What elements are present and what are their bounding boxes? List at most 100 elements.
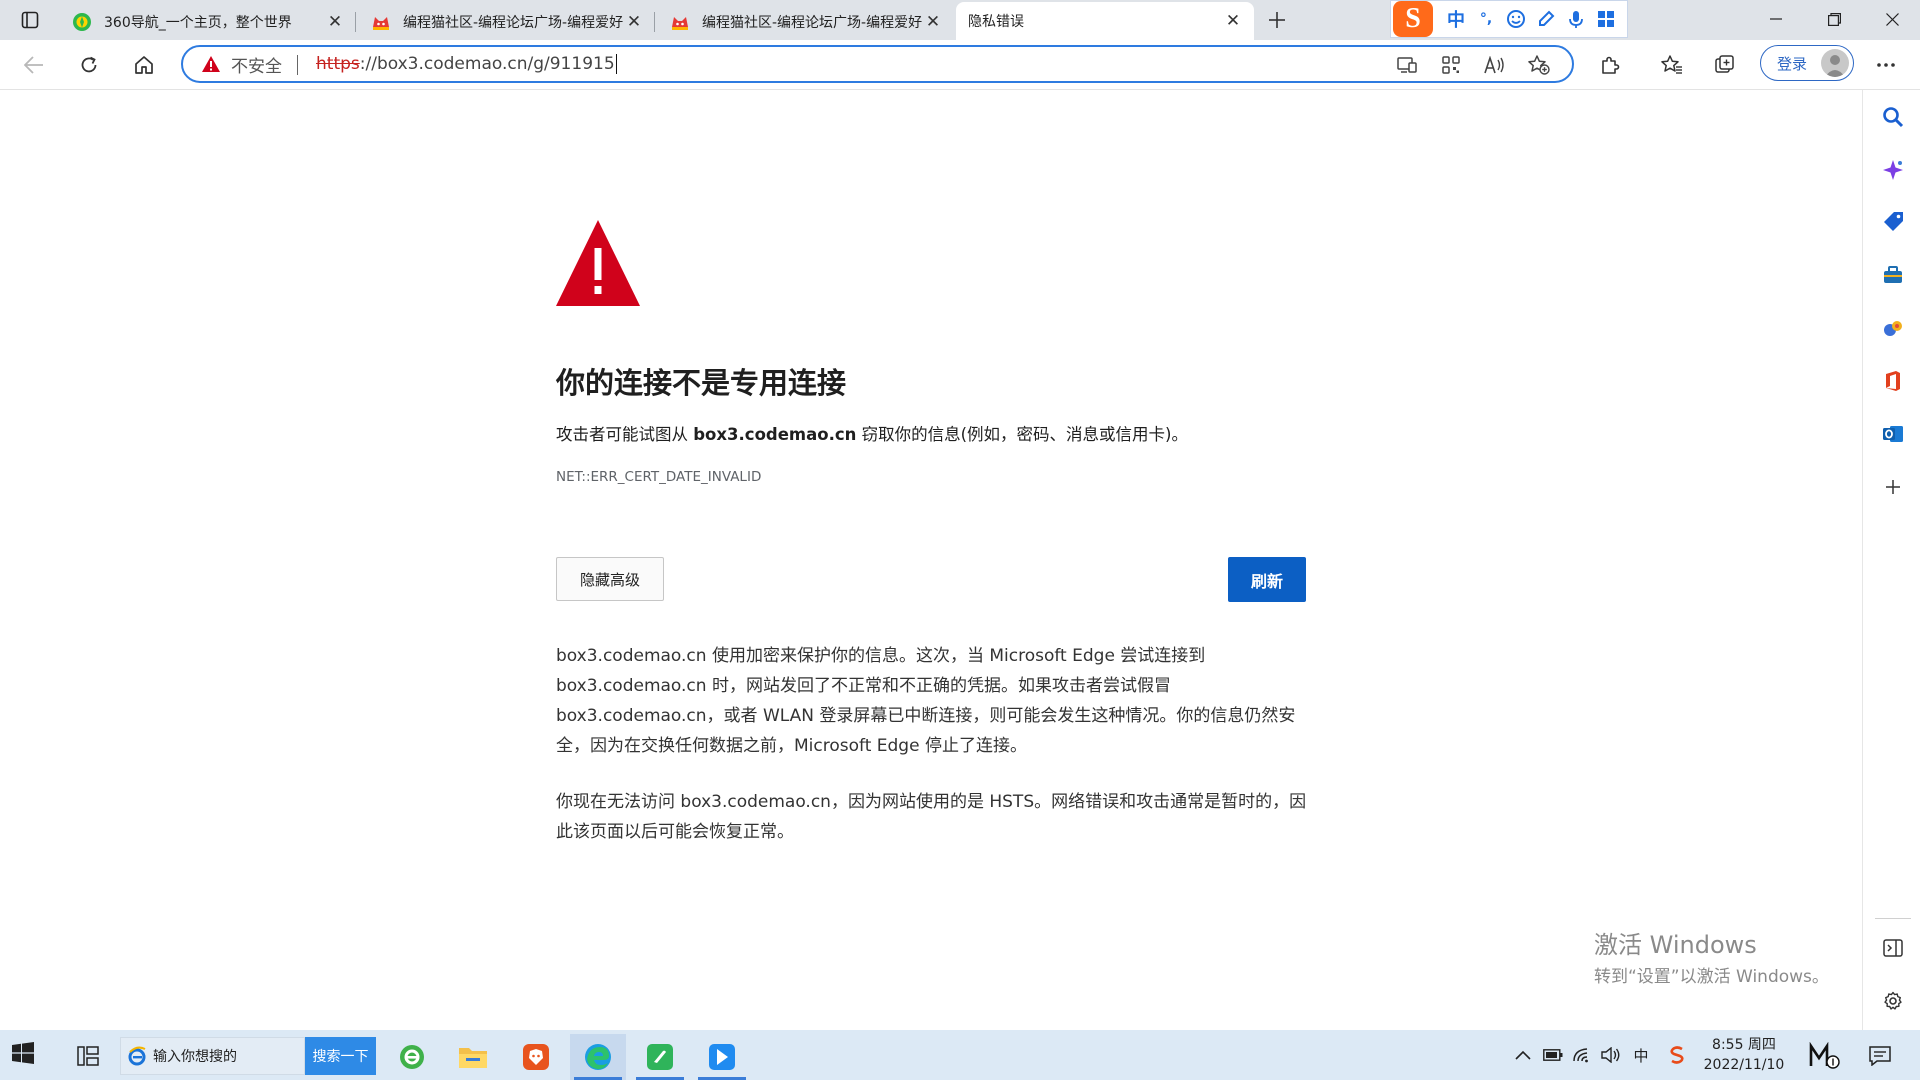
tab-title: 隐私错误 bbox=[968, 14, 1024, 30]
start-button[interactable] bbox=[12, 1042, 40, 1070]
url-text: ://box3.codemao.cn/g/911915 bbox=[359, 54, 615, 74]
home-button[interactable] bbox=[127, 49, 161, 81]
tray-network[interactable] bbox=[1572, 1044, 1594, 1066]
notification-center-button[interactable] bbox=[1866, 1042, 1894, 1070]
sidebar-add-button[interactable] bbox=[1879, 473, 1907, 501]
restore-button[interactable] bbox=[1806, 0, 1862, 38]
task-view-button[interactable] bbox=[74, 1042, 102, 1070]
edge-icon bbox=[585, 1044, 611, 1070]
error-code[interactable]: NET::ERR_CERT_DATE_INVALID bbox=[556, 469, 761, 485]
warning-triangle-icon bbox=[556, 220, 640, 306]
read-aloud-button[interactable] bbox=[1481, 52, 1509, 78]
login-label: 登录 bbox=[1777, 54, 1808, 73]
close-window-button[interactable] bbox=[1864, 0, 1920, 38]
outlook-icon bbox=[1883, 426, 1903, 442]
search-icon bbox=[1883, 107, 1904, 128]
tab-close-button[interactable]: ✕ bbox=[623, 11, 645, 33]
ime-handwriting-icon[interactable] bbox=[1531, 4, 1561, 34]
tray-volume[interactable] bbox=[1600, 1044, 1622, 1066]
url-input[interactable]: https://box3.codemao.cn/g/911915 bbox=[316, 51, 1216, 77]
reload-button[interactable] bbox=[72, 49, 106, 81]
tab-close-button[interactable]: ✕ bbox=[324, 11, 346, 33]
taskbar-search-input[interactable]: 输入你想搜的 bbox=[120, 1037, 305, 1075]
sidebar-discover-button[interactable] bbox=[1879, 156, 1907, 184]
tab-title: 编程猫社区-编程论坛广场-编程爱好者 bbox=[702, 14, 922, 31]
plus-icon bbox=[1269, 12, 1285, 28]
tab-actions-menu-button[interactable] bbox=[14, 8, 46, 32]
ime-punctuation-toggle[interactable]: °, bbox=[1471, 4, 1501, 34]
refresh-button[interactable]: 刷新 bbox=[1228, 557, 1306, 602]
hsts-explanation-paragraph: 你现在无法访问 box3.codemao.cn，因为网站使用的是 HSTS。网络… bbox=[556, 792, 1307, 842]
sidebar-games-button[interactable] bbox=[1879, 314, 1907, 342]
taskbar-file-explorer[interactable] bbox=[445, 1034, 501, 1080]
360-browser-icon bbox=[400, 1045, 424, 1069]
sidebar-tools-button[interactable] bbox=[1879, 261, 1907, 289]
tab-title: 编程猫社区-编程论坛广场-编程爱好者 bbox=[403, 14, 623, 31]
address-bar[interactable]: 不安全 https://box3.codemao.cn/g/911915 bbox=[181, 45, 1574, 83]
collections-button[interactable] bbox=[1710, 50, 1742, 80]
taskbar-search-button[interactable]: 搜索一下 bbox=[305, 1037, 376, 1075]
tray-ime-mode[interactable]: 中 bbox=[1630, 1044, 1652, 1066]
tab-codemao-2[interactable]: 编程猫社区-编程论坛广场-编程爱好者 ✕ bbox=[658, 3, 954, 40]
tab-close-button[interactable]: ✕ bbox=[922, 11, 944, 33]
plus-icon bbox=[1886, 480, 1900, 494]
ime-voice-icon[interactable] bbox=[1561, 4, 1591, 34]
chevron-up-icon bbox=[1515, 1050, 1531, 1060]
sidebar-shopping-button[interactable] bbox=[1879, 208, 1907, 236]
add-favorite-button[interactable] bbox=[1525, 52, 1553, 78]
minimize-icon bbox=[1770, 18, 1782, 20]
tray-sogou[interactable] bbox=[1666, 1044, 1688, 1066]
tab-strip: 360导航_一个主页，整个世界 ✕ 编程猫社区-编程论坛广场-编程爱好者 ✕ 编… bbox=[0, 0, 1920, 40]
sidebar-office-button[interactable] bbox=[1879, 367, 1907, 395]
security-indicator[interactable]: 不安全 bbox=[201, 47, 282, 81]
360-nav-icon bbox=[72, 12, 92, 32]
read-aloud-icon bbox=[1484, 56, 1504, 74]
sidebar-settings-button[interactable] bbox=[1879, 987, 1907, 1015]
taskbar-green-app[interactable] bbox=[632, 1034, 688, 1080]
sidebar-search-button[interactable] bbox=[1879, 103, 1907, 131]
games-icon bbox=[1884, 321, 1902, 336]
tab-privacy-error[interactable]: 隐私错误 ✕ bbox=[956, 2, 1254, 40]
taskbar-brave-browser[interactable] bbox=[508, 1034, 564, 1080]
clock-date: 2022/11/10 bbox=[1703, 1057, 1785, 1073]
favorites-button[interactable] bbox=[1656, 50, 1688, 80]
profile-login-button[interactable]: 登录 bbox=[1760, 45, 1854, 81]
panel-collapse-icon bbox=[1883, 939, 1903, 957]
taskbar-360-browser[interactable] bbox=[384, 1034, 440, 1080]
hide-advanced-button[interactable]: 隐藏高级 bbox=[556, 557, 664, 601]
sidebar-outlook-button[interactable] bbox=[1879, 420, 1907, 448]
back-button[interactable] bbox=[17, 49, 51, 81]
gear-icon bbox=[1884, 991, 1902, 1010]
taskbar-clock[interactable]: 8:55 周四 2022/11/10 bbox=[1696, 1035, 1792, 1075]
ime-toolbar: S 中 °, bbox=[1390, 0, 1628, 38]
app-available-button[interactable] bbox=[1393, 52, 1421, 78]
tab-close-button[interactable]: ✕ bbox=[1222, 10, 1244, 32]
taskbar-blue-app[interactable] bbox=[694, 1034, 750, 1080]
taskbar-input-indicator[interactable] bbox=[1806, 1040, 1846, 1072]
sogou-ime-logo[interactable]: S bbox=[1393, 1, 1433, 37]
ime-mode-toggle[interactable]: 中 bbox=[1441, 4, 1471, 34]
ime-m-icon bbox=[1809, 1042, 1840, 1069]
toolbox-icon bbox=[1884, 266, 1902, 283]
new-tab-button[interactable] bbox=[1263, 6, 1291, 34]
page-content: 你的连接不是专用连接 攻击者可能试图从 box3.codemao.cn 窃取你的… bbox=[0, 90, 1862, 1030]
tab-360-nav[interactable]: 360导航_一个主页，整个世界 ✕ bbox=[60, 3, 356, 40]
arrow-left-icon bbox=[24, 56, 43, 74]
taskbar-edge[interactable] bbox=[570, 1034, 626, 1080]
error-description: 攻击者可能试图从 box3.codemao.cn 窃取你的信息(例如，密码、消息… bbox=[556, 425, 1188, 444]
ime-emoji-icon[interactable] bbox=[1501, 4, 1531, 34]
star-add-icon bbox=[1528, 55, 1550, 75]
reload-icon bbox=[81, 56, 97, 73]
warning-icon bbox=[202, 56, 220, 72]
minimize-button[interactable] bbox=[1748, 0, 1804, 38]
ime-toolbox-icon[interactable] bbox=[1591, 4, 1621, 34]
tray-overflow-button[interactable] bbox=[1512, 1044, 1534, 1066]
tray-battery[interactable] bbox=[1542, 1044, 1564, 1066]
blue-app-icon bbox=[709, 1044, 735, 1070]
error-heading: 你的连接不是专用连接 bbox=[556, 366, 847, 400]
qr-code-button[interactable] bbox=[1437, 52, 1465, 78]
settings-more-button[interactable] bbox=[1870, 50, 1902, 80]
extensions-button[interactable] bbox=[1594, 50, 1626, 80]
sidebar-collapse-button[interactable] bbox=[1879, 934, 1907, 962]
tab-codemao-1[interactable]: 编程猫社区-编程论坛广场-编程爱好者 ✕ bbox=[359, 3, 655, 40]
